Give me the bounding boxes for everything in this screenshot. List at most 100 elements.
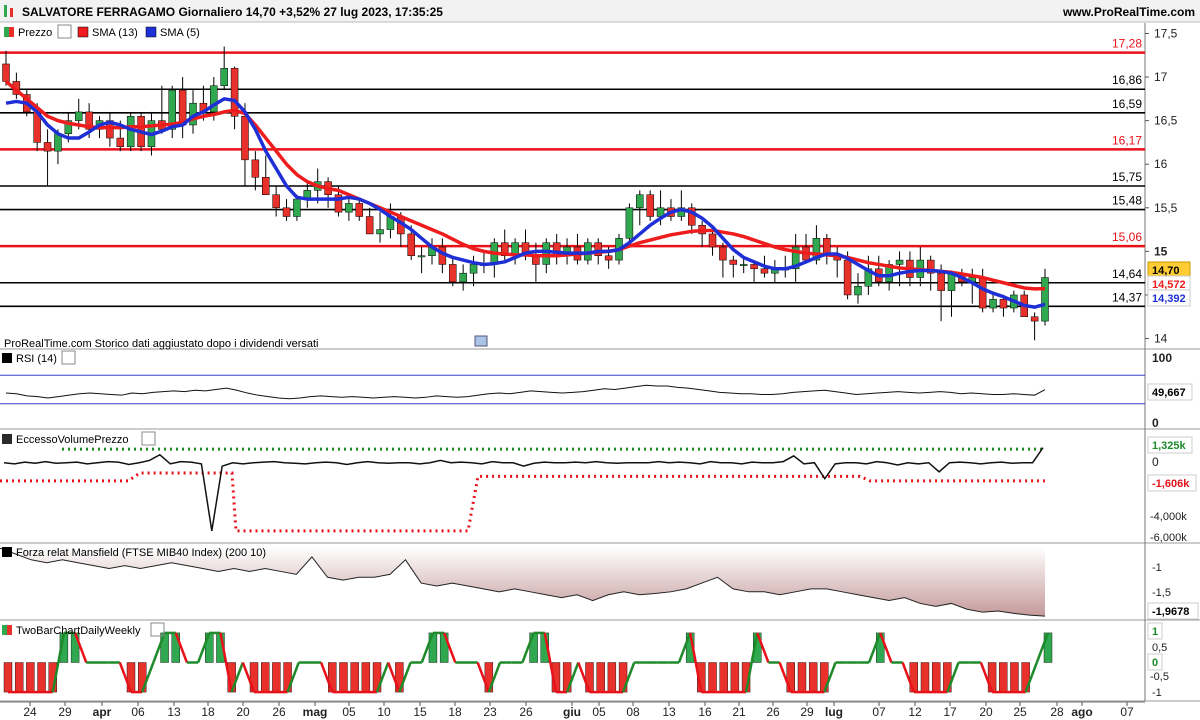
- candle: [1030, 312, 1039, 341]
- candle: [449, 255, 457, 287]
- candle-body: [272, 194, 280, 209]
- wrench-icon[interactable]: [57, 24, 72, 39]
- candle: [355, 199, 364, 221]
- level-label: 15,48: [1112, 194, 1142, 208]
- candle-body: [989, 299, 997, 309]
- twobar-bar: [339, 662, 348, 693]
- mansfield-legend: Forza relat Mansfield (FTSE MIB40 Index)…: [16, 547, 266, 559]
- volume-tick: -4,000k: [1150, 511, 1187, 523]
- candle: [791, 233, 800, 282]
- candle-body: [43, 142, 52, 152]
- price-badge: 14,70: [1152, 265, 1180, 277]
- candle: [282, 199, 291, 221]
- candle-body: [729, 259, 738, 265]
- x-tick-label: apr: [93, 705, 112, 719]
- candle: [1041, 268, 1049, 326]
- candle-body: [760, 268, 769, 274]
- twobar-bar: [1010, 662, 1019, 693]
- candle-body: [417, 255, 426, 258]
- legend-swatch: [77, 26, 89, 38]
- candle: [251, 151, 260, 191]
- x-tick-label: 06: [131, 705, 145, 719]
- y-tick-label: 15,5: [1154, 201, 1178, 215]
- candle: [823, 233, 831, 265]
- x-tick-label: 17: [943, 705, 957, 719]
- x-tick-label: 13: [167, 705, 181, 719]
- candle-body: [708, 233, 717, 248]
- level-label: 16,59: [1112, 97, 1142, 111]
- twobar-bar: [14, 662, 24, 693]
- candle-body: [293, 198, 301, 217]
- x-tick-label: 07: [1120, 705, 1134, 719]
- level-label: 15,06: [1112, 230, 1142, 244]
- candle: [916, 247, 925, 287]
- candle: [365, 207, 374, 235]
- candle: [43, 129, 52, 186]
- y-tick-label: 15: [1154, 244, 1168, 258]
- x-tick-label: 08: [626, 705, 640, 719]
- candle: [573, 233, 582, 265]
- candle-body: [750, 264, 758, 270]
- legend-sma13: SMA (13): [92, 27, 138, 39]
- volume-excess-line: [3, 447, 1044, 532]
- rsi-badge: 49,667: [1152, 387, 1186, 399]
- x-tick-label: 07: [872, 705, 886, 719]
- trading-chart[interactable]: SALVATORE FERRAGAMO Giornaliero 14,70 +3…: [0, 0, 1200, 720]
- twobar-zero-badge: 0: [1152, 657, 1158, 669]
- x-tick-label: 13: [662, 705, 676, 719]
- candle-body: [459, 272, 467, 283]
- candle-body: [407, 233, 415, 256]
- data-note: ProRealTime.com Storico dati aggiustato …: [4, 338, 318, 350]
- wrench-icon[interactable]: [141, 431, 156, 446]
- candle: [833, 247, 841, 278]
- twobar-tick: -1: [1152, 687, 1162, 699]
- x-tick-label: mag: [303, 705, 328, 719]
- legend-sma5: SMA (5): [160, 27, 200, 39]
- candle: [459, 264, 467, 291]
- candle-body: [241, 116, 249, 161]
- twobar-bar: [719, 662, 728, 693]
- candle: [376, 212, 384, 243]
- x-tick-label: 15: [413, 705, 427, 719]
- twobar-bar: [931, 662, 941, 693]
- volume-legend: EccessoVolumePrezzo: [16, 434, 129, 446]
- x-tick-label: 23: [483, 705, 497, 719]
- twobar-bar: [361, 662, 371, 693]
- x-tick-label: 18: [448, 705, 462, 719]
- candle: [646, 190, 654, 221]
- candle: [428, 238, 436, 265]
- rsi-legend-swatch: [2, 353, 12, 363]
- twobar-tick: -0,5: [1150, 671, 1169, 683]
- site-label: www.ProRealTime.com: [1062, 5, 1195, 19]
- candle-body: [854, 285, 862, 296]
- level-label: 15,75: [1112, 170, 1142, 184]
- y-tick-label: 17,5: [1154, 26, 1178, 40]
- candle: [189, 90, 197, 134]
- candle-body: [625, 207, 634, 239]
- candle: [625, 203, 634, 243]
- x-tick-label: 25: [1013, 705, 1027, 719]
- x-tick-label: lug: [825, 705, 843, 719]
- price-panel: 17,28 16,86 16,59 16,17 15,75 15,48 15,06 14,64…: [0, 24, 1191, 350]
- candle-body: [449, 264, 457, 283]
- chart-icon-up-bar: [4, 5, 7, 17]
- wrench-icon[interactable]: [61, 350, 76, 365]
- bearish-threshold-dots: [0, 471, 1045, 533]
- x-tick-label: 24: [23, 705, 37, 719]
- candle-body: [978, 277, 987, 309]
- twobar-legend-swatch: [2, 625, 7, 635]
- candle: [989, 294, 997, 313]
- candle-body: [345, 203, 353, 213]
- calendar-icon[interactable]: [474, 335, 488, 347]
- sma5-badge: 14,392: [1152, 293, 1186, 305]
- y-tick-label: 14: [1154, 332, 1168, 346]
- rsi-panel: RSI (14) 100 0 49,667: [0, 350, 1193, 430]
- level-label: 14,37: [1112, 290, 1142, 304]
- twobar-upper-badge: 1: [1152, 626, 1158, 638]
- mansfield-panel: Forza relat Mansfield (FTSE MIB40 Index)…: [0, 547, 1199, 620]
- candle: [324, 177, 332, 208]
- twobar-legend: TwoBarChartDailyWeekly: [16, 625, 141, 637]
- mansfield-tick: -1: [1152, 562, 1162, 574]
- candle-body: [469, 264, 478, 274]
- twobar-bar: [730, 662, 740, 693]
